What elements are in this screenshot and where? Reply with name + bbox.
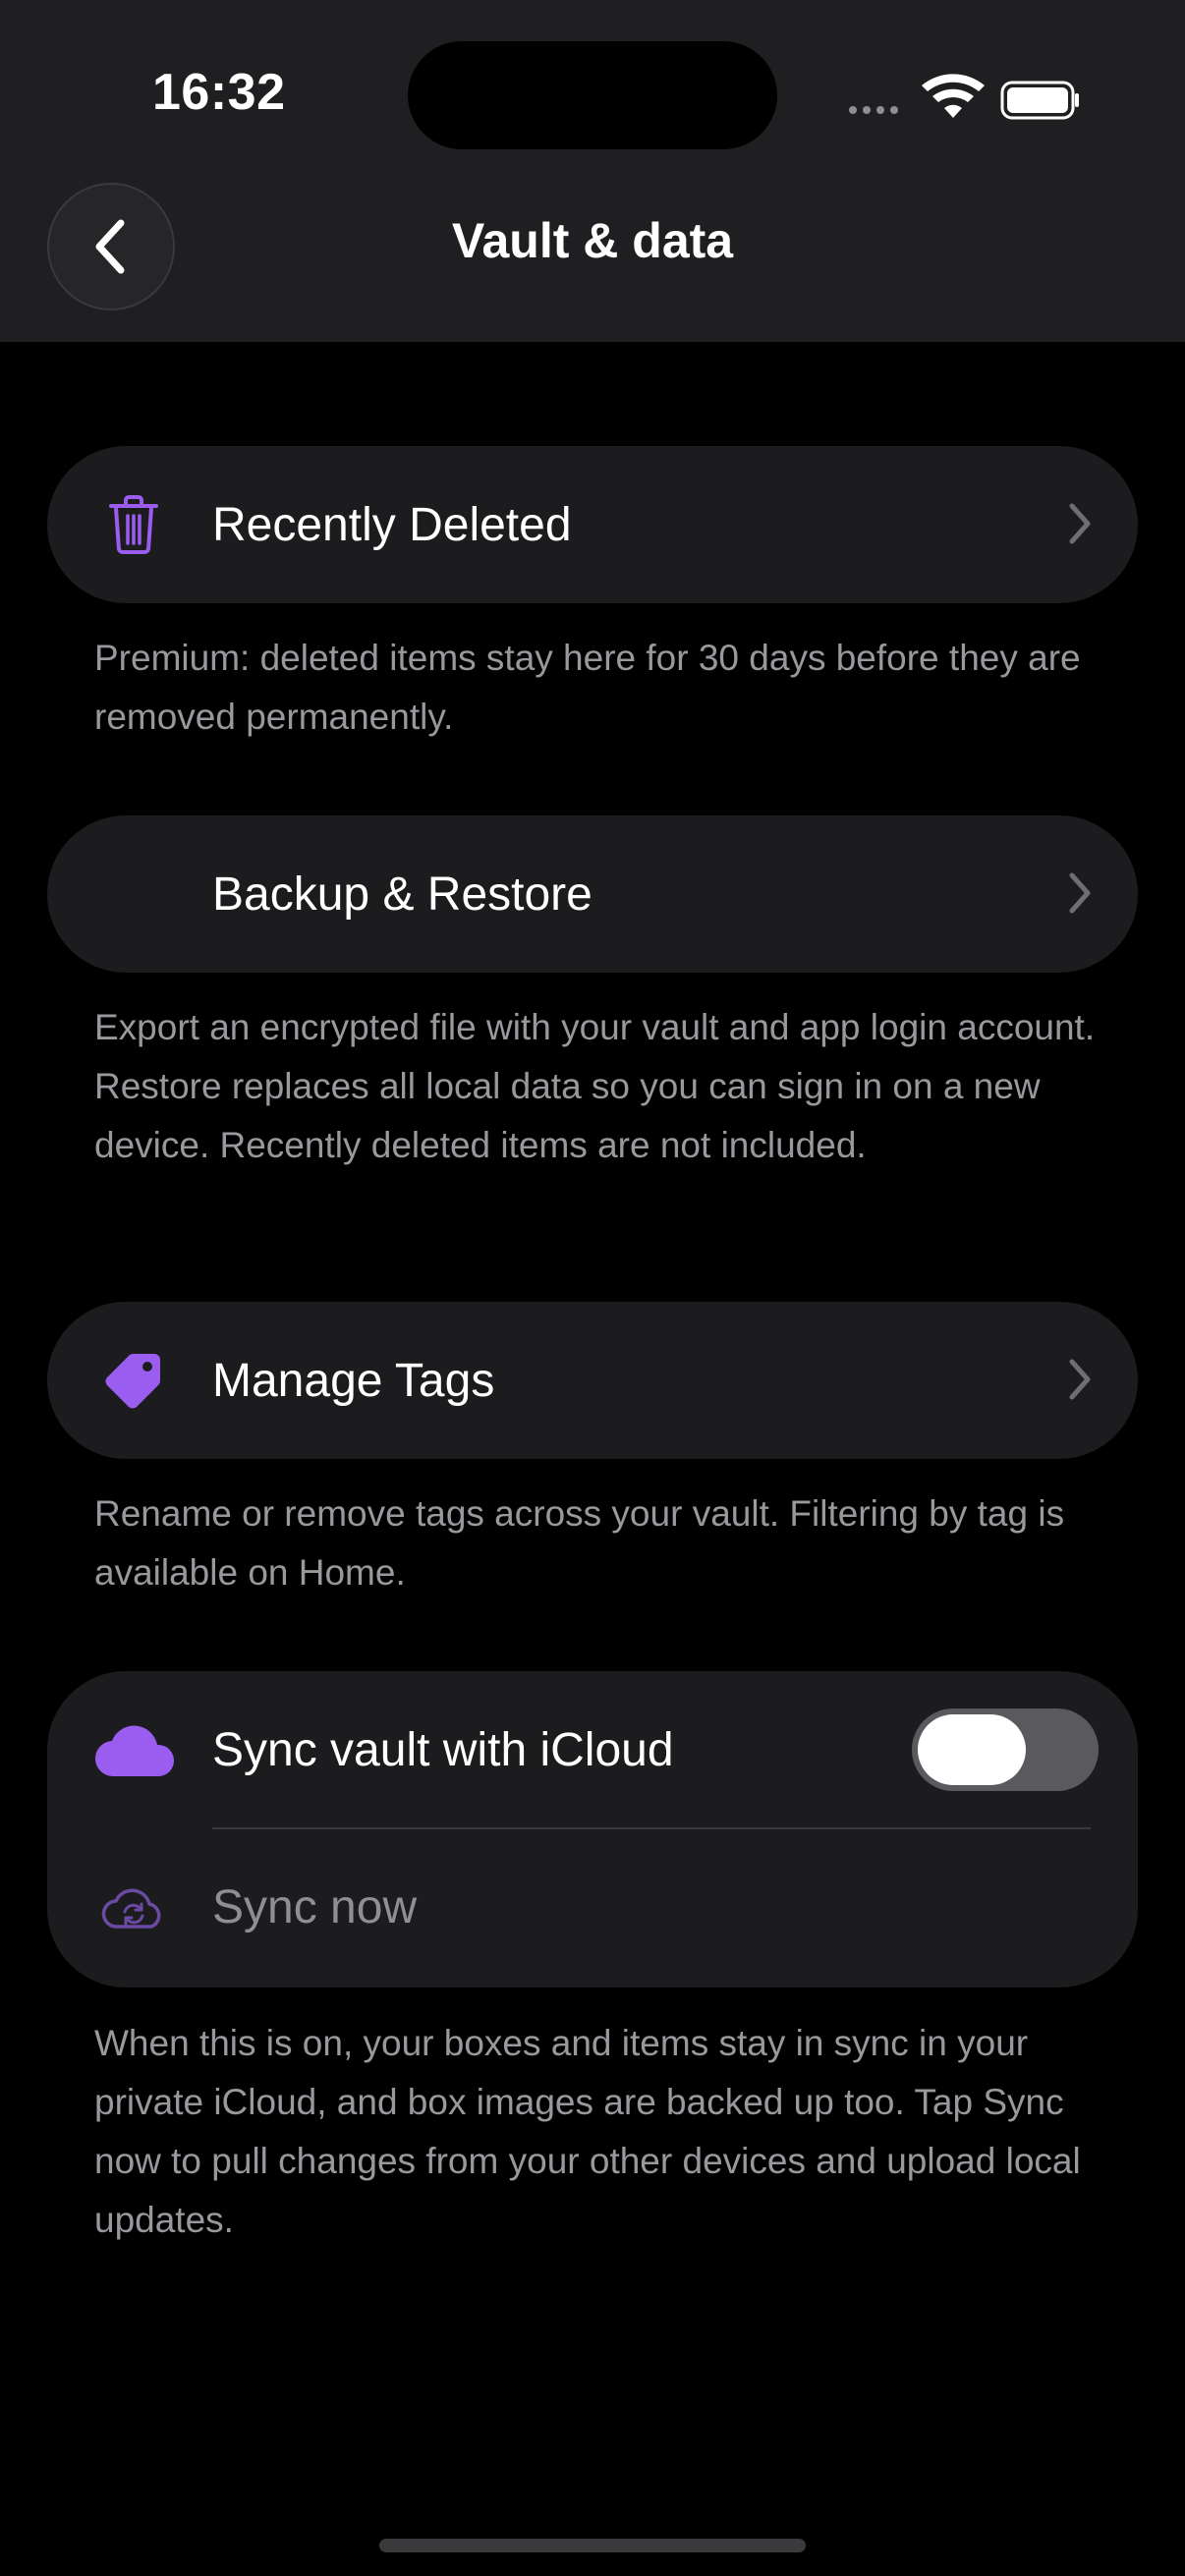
- manage-tags-label: Manage Tags: [212, 1354, 495, 1407]
- icloud-sync-toggle[interactable]: [912, 1708, 1099, 1791]
- battery-icon: [1000, 81, 1079, 120]
- manage-tags-card[interactable]: Manage Tags: [47, 1302, 1138, 1459]
- status-time: 16:32: [152, 64, 286, 121]
- backup-restore-row[interactable]: Backup & Restore: [47, 815, 1138, 973]
- backup-restore-label: Backup & Restore: [212, 868, 592, 921]
- backup-restore-caption: Export an encrypted file with your vault…: [94, 1007, 1096, 1165]
- cloud-icon: [88, 1703, 183, 1797]
- sync-now-label: Sync now: [212, 1880, 418, 1933]
- recently-deleted-card[interactable]: Recently Deleted: [47, 446, 1138, 603]
- dynamic-island: [408, 41, 777, 149]
- status-icons: [849, 74, 1079, 120]
- chevron-right-icon: [1069, 503, 1091, 544]
- icloud-sync-row[interactable]: Sync vault with iCloud: [47, 1671, 1138, 1828]
- recently-deleted-label: Recently Deleted: [212, 498, 572, 551]
- chevron-right-icon: [1069, 1359, 1091, 1400]
- signal-icon: [849, 106, 898, 114]
- icloud-card: Sync vault with iCloud Sync now: [47, 1671, 1138, 1988]
- recently-deleted-caption: Premium: deleted items stay here for 30 …: [94, 638, 1081, 737]
- recently-deleted-row[interactable]: Recently Deleted: [47, 446, 1138, 603]
- navigation-bar: 16:32 Vault & data: [0, 0, 1185, 342]
- trash-icon: [86, 477, 181, 572]
- manage-tags-caption: Rename or remove tags across your vault.…: [94, 1493, 1065, 1593]
- toggle-knob: [918, 1714, 1026, 1785]
- page-title: Vault & data: [451, 213, 734, 268]
- cloud-sync-icon: [86, 1860, 181, 1954]
- backup-restore-card[interactable]: Backup & Restore: [47, 815, 1138, 973]
- manage-tags-row[interactable]: Manage Tags: [47, 1302, 1138, 1459]
- icloud-sync-label: Sync vault with iCloud: [212, 1723, 674, 1776]
- tag-icon: [86, 1333, 181, 1428]
- icloud-caption: When this is on, your boxes and items st…: [94, 2023, 1081, 2240]
- sync-now-row[interactable]: Sync now: [47, 1828, 1138, 1986]
- home-indicator: [379, 2539, 806, 2552]
- wifi-icon: [922, 74, 985, 118]
- chevron-right-icon: [1069, 872, 1091, 914]
